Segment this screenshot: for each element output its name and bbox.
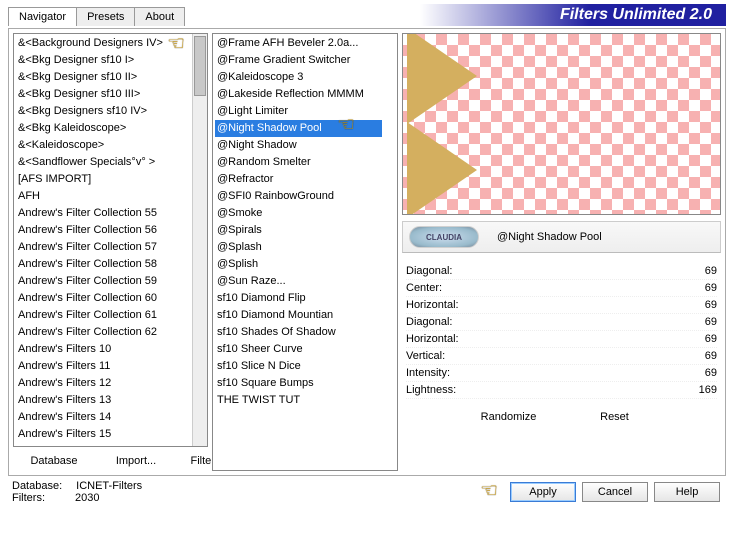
help-button[interactable]: Help bbox=[654, 482, 720, 502]
filter-item[interactable]: @Sun Raze... bbox=[215, 273, 382, 290]
filter-header: CLAUDIA @Night Shadow Pool bbox=[402, 221, 721, 253]
param-value: 169 bbox=[699, 384, 717, 396]
category-item[interactable]: Andrew's Filters 13 bbox=[16, 392, 192, 409]
preview-area bbox=[402, 33, 721, 215]
category-item[interactable]: Andrew's Filter Collection 57 bbox=[16, 239, 192, 256]
category-item[interactable]: &<Background Designers IV> bbox=[16, 35, 192, 52]
param-row[interactable]: Intensity: 69 bbox=[406, 365, 717, 382]
status-db-label: Database: bbox=[12, 480, 62, 492]
status-db-value: ICNET-Filters bbox=[76, 480, 142, 492]
param-value: 69 bbox=[705, 265, 717, 277]
filter-item[interactable]: @Smoke bbox=[215, 205, 382, 222]
category-item[interactable]: &<Sandflower Specials°v° > bbox=[16, 154, 192, 171]
reset-button[interactable]: Reset bbox=[576, 409, 654, 425]
category-item[interactable]: &<Bkg Designer sf10 II> bbox=[16, 69, 192, 86]
category-scrollbar[interactable] bbox=[192, 34, 207, 446]
param-row[interactable]: Lightness: 169 bbox=[406, 382, 717, 399]
status-filters-value: 2030 bbox=[75, 492, 99, 504]
filter-item[interactable]: sf10 Diamond Mountian bbox=[215, 307, 382, 324]
filter-item[interactable]: @Refractor bbox=[215, 171, 382, 188]
category-item[interactable]: Andrew's Filters 16 bbox=[16, 443, 192, 447]
param-label: Horizontal: bbox=[406, 333, 459, 345]
category-item[interactable]: [AFS IMPORT] bbox=[16, 171, 192, 188]
param-label: Diagonal: bbox=[406, 316, 452, 328]
filter-item[interactable]: THE TWIST TUT bbox=[215, 392, 382, 409]
param-label: Vertical: bbox=[406, 350, 445, 362]
tab-navigator[interactable]: Navigator bbox=[8, 7, 77, 26]
filter-item[interactable]: @Splash bbox=[215, 239, 382, 256]
param-row[interactable]: Horizontal: 69 bbox=[406, 331, 717, 348]
tab-about[interactable]: About bbox=[134, 7, 185, 26]
category-item[interactable]: Andrew's Filter Collection 61 bbox=[16, 307, 192, 324]
filter-item[interactable]: sf10 Slice N Dice bbox=[215, 358, 382, 375]
param-label: Intensity: bbox=[406, 367, 450, 379]
filter-item[interactable]: @Frame Gradient Switcher bbox=[215, 52, 382, 69]
param-row[interactable]: Horizontal: 69 bbox=[406, 297, 717, 314]
category-item[interactable]: Andrew's Filters 11 bbox=[16, 358, 192, 375]
param-label: Center: bbox=[406, 282, 442, 294]
filter-item[interactable]: @Random Smelter bbox=[215, 154, 382, 171]
category-item[interactable]: Andrew's Filters 14 bbox=[16, 409, 192, 426]
apply-button[interactable]: Apply bbox=[510, 482, 576, 502]
category-item[interactable]: &<Bkg Designer sf10 I> bbox=[16, 52, 192, 69]
category-item[interactable]: Andrew's Filters 12 bbox=[16, 375, 192, 392]
cancel-button[interactable]: Cancel bbox=[582, 482, 648, 502]
triangle-shape bbox=[407, 33, 477, 124]
triangle-shape bbox=[407, 122, 477, 215]
filter-item[interactable]: @Splish bbox=[215, 256, 382, 273]
param-label: Horizontal: bbox=[406, 299, 459, 311]
category-listbox[interactable]: &<Background Designers IV>&<Bkg Designer… bbox=[13, 33, 208, 447]
filter-item[interactable]: sf10 Diamond Flip bbox=[215, 290, 382, 307]
randomize-button[interactable]: Randomize bbox=[470, 409, 548, 425]
param-value: 69 bbox=[705, 299, 717, 311]
logo-badge: CLAUDIA bbox=[409, 226, 479, 248]
category-item[interactable]: Andrew's Filters 10 bbox=[16, 341, 192, 358]
status-filters-label: Filters: bbox=[12, 492, 45, 504]
filter-item[interactable]: @Frame AFH Beveler 2.0a... bbox=[215, 35, 382, 52]
category-item[interactable]: &<Bkg Designers sf10 IV> bbox=[16, 103, 192, 120]
param-row[interactable]: Diagonal: 69 bbox=[406, 263, 717, 280]
param-value: 69 bbox=[705, 350, 717, 362]
param-label: Lightness: bbox=[406, 384, 456, 396]
app-title: Filters Unlimited 2.0 bbox=[386, 4, 726, 26]
category-item[interactable]: Andrew's Filter Collection 60 bbox=[16, 290, 192, 307]
param-row[interactable]: Vertical: 69 bbox=[406, 348, 717, 365]
param-value: 69 bbox=[705, 316, 717, 328]
filter-item[interactable]: sf10 Square Bumps bbox=[215, 375, 382, 392]
category-item[interactable]: &<Bkg Designer sf10 III> bbox=[16, 86, 192, 103]
category-item[interactable]: Andrew's Filter Collection 55 bbox=[16, 205, 192, 222]
param-value: 69 bbox=[705, 333, 717, 345]
category-item[interactable]: Andrew's Filter Collection 56 bbox=[16, 222, 192, 239]
category-item[interactable]: Andrew's Filter Collection 59 bbox=[16, 273, 192, 290]
param-label: Diagonal: bbox=[406, 265, 452, 277]
category-item[interactable]: AFH bbox=[16, 188, 192, 205]
filter-item[interactable]: @Night Shadow Pool bbox=[215, 120, 382, 137]
filter-item[interactable]: @Spirals bbox=[215, 222, 382, 239]
category-item[interactable]: Andrew's Filter Collection 62 bbox=[16, 324, 192, 341]
import-button[interactable]: Import... bbox=[97, 453, 175, 469]
param-row[interactable]: Diagonal: 69 bbox=[406, 314, 717, 331]
category-item[interactable]: &<Kaleidoscope> bbox=[16, 137, 192, 154]
filter-item[interactable]: @Kaleidoscope 3 bbox=[215, 69, 382, 86]
current-filter-name: @Night Shadow Pool bbox=[497, 231, 602, 243]
filter-item[interactable]: @SFI0 RainbowGround bbox=[215, 188, 382, 205]
param-value: 69 bbox=[705, 282, 717, 294]
tab-presets[interactable]: Presets bbox=[76, 7, 135, 26]
filter-item[interactable]: @Light Limiter bbox=[215, 103, 382, 120]
filter-item[interactable]: sf10 Shades Of Shadow bbox=[215, 324, 382, 341]
filter-item[interactable]: @Lakeside Reflection MMMM bbox=[215, 86, 382, 103]
category-item[interactable]: Andrew's Filter Collection 58 bbox=[16, 256, 192, 273]
category-item[interactable]: Andrew's Filters 15 bbox=[16, 426, 192, 443]
param-row[interactable]: Center: 69 bbox=[406, 280, 717, 297]
database-button[interactable]: Database bbox=[15, 453, 93, 469]
filter-item[interactable]: @Night Shadow bbox=[215, 137, 382, 154]
filter-listbox[interactable]: @Frame AFH Beveler 2.0a...@Frame Gradien… bbox=[212, 33, 398, 471]
pointer-icon bbox=[480, 478, 498, 503]
param-value: 69 bbox=[705, 367, 717, 379]
filter-item[interactable]: sf10 Sheer Curve bbox=[215, 341, 382, 358]
category-item[interactable]: &<Bkg Kaleidoscope> bbox=[16, 120, 192, 137]
